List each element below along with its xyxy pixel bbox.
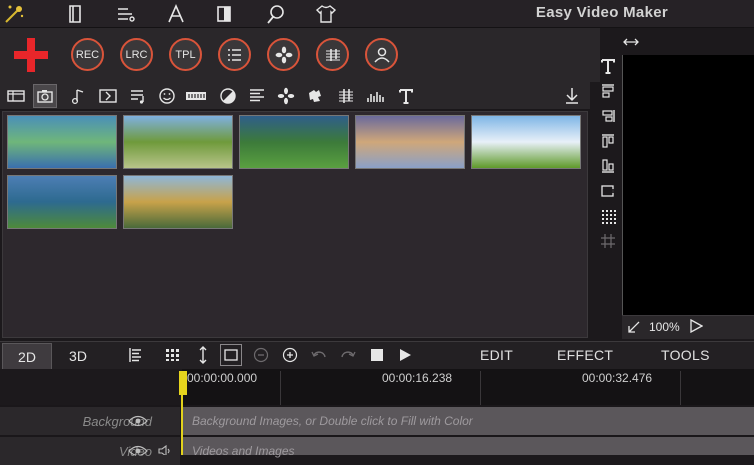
zoom-level: 100% [649,320,680,334]
search-icon[interactable] [264,2,288,26]
play-icon[interactable] [394,344,416,366]
video-track-label: Video [0,437,180,465]
background-track[interactable]: Background Images, or Double click to Fi… [182,407,754,435]
text-category-icon[interactable] [394,84,418,108]
ruler-tick [480,371,481,405]
ruler-tick [680,371,681,405]
user-button[interactable] [365,38,398,71]
tpl-button[interactable]: TPL [169,38,202,71]
transition-category-icon[interactable] [96,84,120,108]
eye-icon[interactable] [128,414,148,428]
shrink-icon[interactable] [627,320,641,334]
preview-controls [622,315,754,339]
emoji-category-icon[interactable] [155,84,179,108]
photo-category-icon[interactable] [33,84,57,108]
music-note-category-icon[interactable] [66,84,90,108]
grid-dots-icon[interactable] [600,208,616,224]
app-title: Easy Video Maker [535,4,668,21]
thumb-rainbow-beach[interactable] [355,115,465,169]
time-label: 00:00:32.476 [582,371,653,385]
grid-lines-icon[interactable] [600,233,616,249]
text-list-category-icon[interactable] [245,84,269,108]
timeline-ruler[interactable] [182,369,754,405]
shirt-icon[interactable] [314,2,338,26]
edit-menu[interactable]: EDIT [480,347,513,363]
tab-2d[interactable]: 2D [2,343,52,369]
split-icon[interactable] [212,2,236,26]
rec-button[interactable]: REC [71,38,104,71]
contrast-category-icon[interactable] [216,84,240,108]
tab-3d[interactable]: 3D [54,343,102,369]
redo-icon[interactable] [337,344,359,366]
flower-icon [275,46,292,63]
ruler-tick [280,371,281,405]
video-preview[interactable] [622,55,754,315]
playhead-handle[interactable] [179,371,187,395]
preview-play-icon[interactable] [689,319,703,333]
undo-icon[interactable] [308,344,330,366]
film-strip-category-icon[interactable] [184,84,208,108]
stop-icon[interactable] [366,344,388,366]
eye-icon[interactable] [128,444,148,455]
magic-wand-icon[interactable] [2,2,26,26]
frame-select-icon[interactable] [220,344,242,366]
layout-category-icon[interactable] [4,84,28,108]
audio-wave-category-icon[interactable] [364,84,388,108]
frame-icon[interactable] [600,183,616,199]
list-button[interactable] [218,38,251,71]
effect-menu[interactable]: EFFECT [557,347,613,363]
time-label: 00:00:16.238 [382,371,453,385]
flower-category-icon[interactable] [274,84,298,108]
thumb-mountain-road[interactable] [123,115,233,169]
background-track-label: Background [0,407,180,435]
align-top-icon[interactable] [600,83,616,99]
expand-horizontal-icon[interactable] [622,34,640,50]
zoom-in-icon[interactable] [279,344,301,366]
speaker-icon[interactable] [157,444,171,455]
lrc-button[interactable]: LRC [120,38,153,71]
video-track[interactable]: Videos and Images [182,437,754,458]
thumb-lake[interactable] [7,175,117,229]
list-icon [227,48,241,61]
music-score-icon [325,48,340,61]
music-score-category-icon[interactable] [334,84,358,108]
tools-menu[interactable]: TOOLS [661,347,710,363]
music-button[interactable] [316,38,349,71]
grid-view-icon[interactable] [162,344,184,366]
align-vertical-icon[interactable] [600,133,616,149]
vertical-resize-icon[interactable] [192,344,214,366]
user-icon [373,47,390,63]
text-style-icon[interactable] [600,58,616,74]
text-tool-icon[interactable] [164,2,188,26]
effects-button[interactable] [267,38,300,71]
align-right-icon[interactable] [600,108,616,124]
download-icon[interactable] [560,84,584,108]
ruler-spacer [0,369,182,405]
thumb-valley[interactable] [239,115,349,169]
puzzle-category-icon[interactable] [303,84,327,108]
align-bottom-icon[interactable] [600,158,616,174]
book-icon[interactable] [64,2,88,26]
zoom-out-icon[interactable] [250,344,272,366]
track-list-icon[interactable] [124,344,146,366]
time-label: 00:00:00.000 [187,371,258,385]
thumb-palace[interactable] [123,175,233,229]
thumb-meadow[interactable] [471,115,581,169]
thumb-green-abstract[interactable] [7,115,117,169]
list-settings-icon[interactable] [114,2,138,26]
lyrics-category-icon[interactable] [126,84,150,108]
add-media-button[interactable] [12,36,50,74]
